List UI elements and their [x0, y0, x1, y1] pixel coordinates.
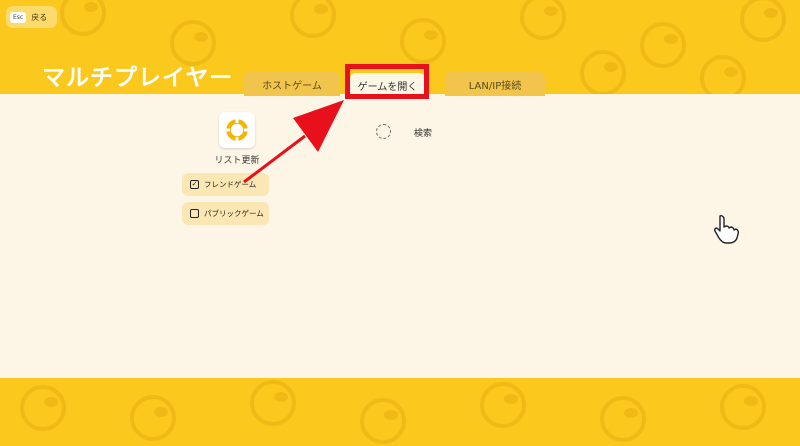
search-icon[interactable]: [376, 124, 391, 139]
esc-key-icon: Esc: [10, 11, 27, 23]
refresh-icon: [225, 118, 249, 142]
tab-host-game[interactable]: ホストゲーム: [244, 72, 340, 96]
content-panel: [0, 94, 800, 378]
tab-lan-ip[interactable]: LAN/IP接続: [445, 72, 545, 96]
filter-label: フレンドゲーム: [204, 180, 257, 189]
refresh-label: リスト更新: [214, 156, 260, 166]
tab-label: LAN/IP接続: [468, 80, 522, 92]
filter-public-games[interactable]: パブリックゲーム: [182, 202, 269, 225]
filter-label: パブリックゲーム: [204, 209, 264, 218]
search-button[interactable]: 検索: [414, 126, 432, 139]
page-title: マルチプレイヤー: [42, 65, 234, 91]
back-button[interactable]: Esc 戻る: [6, 6, 58, 28]
tab-label: ホストゲーム: [262, 80, 322, 92]
refresh-button[interactable]: [219, 112, 255, 148]
hand-cursor-icon: [714, 215, 740, 244]
back-label: 戻る: [31, 12, 48, 22]
highlight-box: [345, 64, 429, 99]
checkbox-checked-icon[interactable]: ✓: [190, 180, 199, 189]
filter-friend-games[interactable]: ✓ フレンドゲーム: [182, 173, 269, 196]
checkbox-unchecked-icon[interactable]: [190, 209, 199, 218]
